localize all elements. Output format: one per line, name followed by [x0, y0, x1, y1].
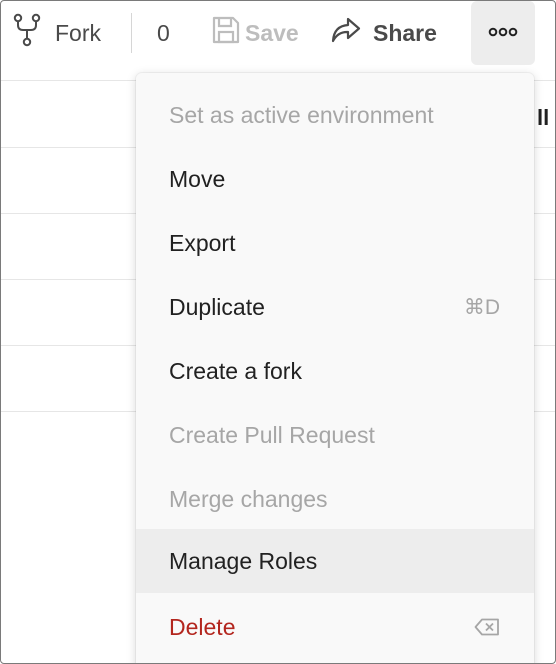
- fork-icon: [13, 13, 41, 53]
- menu-item-label: Manage Roles: [169, 547, 318, 574]
- share-icon: [331, 16, 361, 50]
- fork-count[interactable]: 0: [157, 15, 170, 51]
- menu-item-label: Create a fork: [169, 357, 302, 384]
- toolbar-divider: [131, 13, 132, 53]
- duplicate-shortcut: ⌘D: [463, 295, 500, 319]
- toolbar: Fork 0 Save Share: [1, 1, 555, 81]
- menu-item-label: Merge changes: [169, 485, 328, 512]
- row-edge-text: ll: [537, 105, 550, 130]
- fork-button[interactable]: Fork: [13, 13, 101, 53]
- share-label: Share: [373, 19, 437, 46]
- menu-item-merge-changes[interactable]: Merge changes: [136, 467, 534, 531]
- menu-item-manage-roles[interactable]: Manage Roles: [136, 529, 534, 593]
- fork-label: Fork: [55, 19, 101, 46]
- more-options-button[interactable]: [471, 1, 535, 65]
- menu-item-set-active-environment[interactable]: Set as active environment: [136, 83, 534, 147]
- menu-item-delete[interactable]: Delete: [136, 595, 534, 659]
- save-icon: [211, 15, 241, 51]
- menu-item-label: Set as active environment: [169, 101, 434, 128]
- save-button[interactable]: Save: [211, 15, 299, 51]
- more-options-menu: Set as active environment Move Export Du…: [136, 73, 534, 663]
- menu-item-move[interactable]: Move: [136, 147, 534, 211]
- menu-item-label: Delete: [169, 613, 236, 640]
- menu-item-label: Move: [169, 165, 226, 192]
- save-label: Save: [245, 19, 299, 46]
- menu-item-label: Duplicate: [169, 293, 265, 320]
- menu-item-create-pull-request[interactable]: Create Pull Request: [136, 403, 534, 467]
- menu-item-label: Create Pull Request: [169, 421, 375, 448]
- menu-item-duplicate[interactable]: Duplicate ⌘D: [136, 275, 534, 339]
- menu-item-export[interactable]: Export: [136, 211, 534, 275]
- share-button[interactable]: Share: [331, 15, 437, 51]
- backspace-icon: [474, 618, 500, 636]
- app-window: Fork 0 Save Share ll Set as active envir…: [0, 0, 556, 664]
- menu-item-create-fork[interactable]: Create a fork: [136, 339, 534, 403]
- more-horizontal-icon: [488, 24, 518, 42]
- menu-item-label: Export: [169, 229, 236, 256]
